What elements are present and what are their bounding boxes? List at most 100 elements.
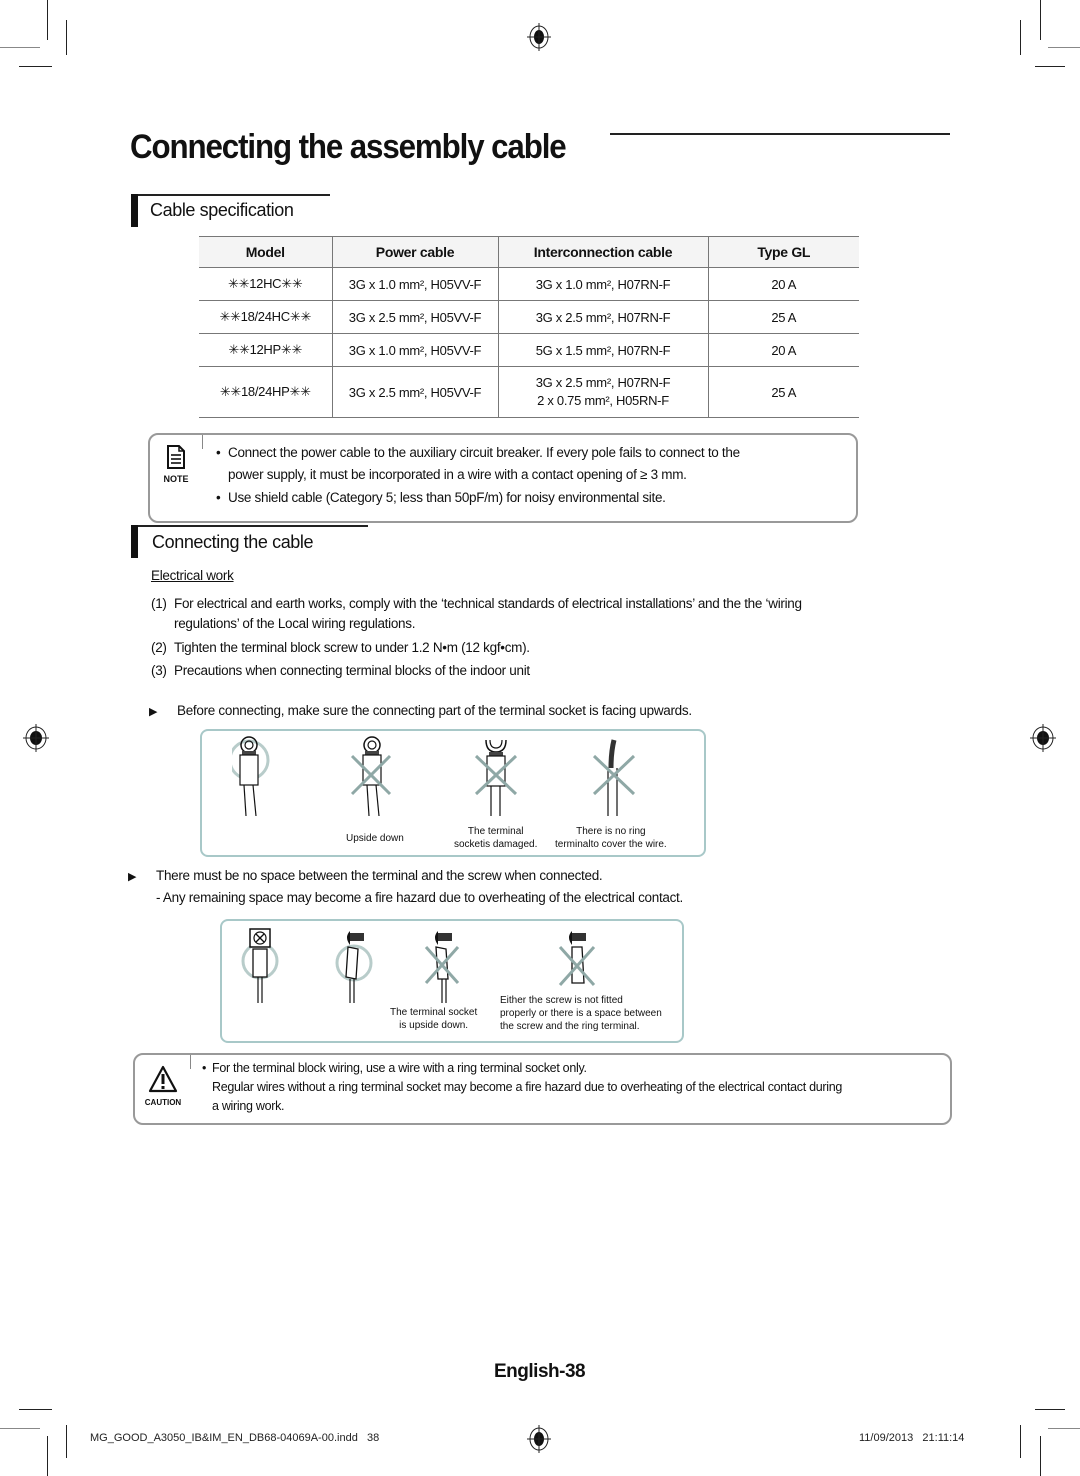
- crop-mark: [19, 66, 52, 67]
- crop-mark: [0, 47, 40, 48]
- page-title: Connecting the assembly cable: [130, 128, 567, 166]
- registration-mark-icon: [23, 724, 49, 752]
- crop-mark: [47, 1436, 48, 1476]
- bullet-dot: •: [202, 1061, 207, 1075]
- diagram-caption: The terminal socketis damaged.: [454, 825, 537, 851]
- table-row: ✳✳12HP✳✳ 3G x 1.0 mm², H05VV-F 5G x 1.5 …: [199, 333, 859, 367]
- type-gl-cell: 25 A: [707, 366, 859, 418]
- model-cell: ✳✳12HC✳✳: [199, 267, 333, 301]
- interconnection-cable-cell: 3G x 2.5 mm², H07RN-F: [497, 300, 709, 334]
- caption-line: the screw and the ring terminal.: [500, 1021, 640, 1032]
- power-cable-cell: 3G x 2.5 mm², H05VV-F: [331, 300, 499, 334]
- caption-line: socketis damaged.: [454, 839, 538, 850]
- item-number: (1): [151, 596, 167, 611]
- caption-line: terminalto cover the wire.: [555, 839, 667, 850]
- section-rule: [138, 525, 368, 527]
- tip-line: ▶ Before connecting, make sure the conne…: [149, 701, 692, 721]
- note-document-icon: [167, 445, 185, 469]
- triangle-right-icon: ▶: [128, 871, 137, 883]
- interconnection-cable-cell: 3G x 1.0 mm², H07RN-F: [497, 267, 709, 301]
- crop-mark: [0, 1428, 40, 1429]
- screw-terminal-upside-down-icon: [424, 931, 460, 1003]
- crop-mark: [1035, 1409, 1065, 1410]
- column-header: Power cable: [331, 236, 499, 268]
- section-bar: [131, 525, 138, 558]
- type-gl-cell: 20 A: [707, 267, 859, 301]
- tip-subtext: - Any remaining space may become a fire …: [156, 890, 683, 905]
- model-cell: ✳✳18/24HC✳✳: [199, 300, 333, 334]
- table-row: ✳✳18/24HC✳✳ 3G x 2.5 mm², H05VV-F 3G x 2…: [199, 300, 859, 334]
- note-text: power supply, it must be incorporated in…: [228, 467, 687, 482]
- terminal-orientation-diagram: Upside down The terminal socketis damaged…: [200, 729, 706, 857]
- section-bar: [131, 194, 138, 227]
- section-rule: [138, 194, 330, 196]
- ring-terminal-correct-icon: [232, 736, 270, 817]
- crop-mark: [1020, 1425, 1021, 1458]
- page-number: English-38: [494, 1361, 586, 1382]
- column-header: Type GL: [707, 236, 859, 268]
- caution-text: For the terminal block wiring, use a wir…: [212, 1061, 587, 1075]
- footer-filename: MG_GOOD_A3050_IB&IM_EN_DB68-04069A-00.in…: [90, 1432, 380, 1444]
- screw-terminal-correct-side-icon: [335, 931, 373, 1003]
- crop-mark: [19, 1409, 52, 1410]
- item-number: (3): [151, 663, 167, 678]
- crop-mark: [1040, 1436, 1041, 1476]
- crop-mark: [1040, 0, 1041, 40]
- section-heading: Cable specification: [150, 200, 294, 220]
- model-cell: ✳✳12HP✳✳: [199, 333, 333, 367]
- note-bullet: • Use shield cable (Category 5; less tha…: [216, 487, 666, 509]
- caution-label: CAUTION: [144, 1098, 182, 1107]
- ring-terminal-upside-down-icon: [350, 736, 392, 817]
- caption-line: There is no ring: [576, 826, 646, 837]
- numbered-item: (3) Precautions when connecting terminal…: [151, 661, 530, 681]
- triangle-right-icon: ▶: [149, 706, 158, 718]
- tip-line: ▶ There must be no space between the ter…: [128, 866, 603, 886]
- type-gl-cell: 20 A: [707, 333, 859, 367]
- registration-mark-icon: [527, 1425, 551, 1453]
- numbered-item: (2) Tighten the terminal block screw to …: [151, 638, 530, 658]
- power-cable-cell: 3G x 1.0 mm², H05VV-F: [331, 267, 499, 301]
- section-heading: Connecting the cable: [152, 532, 314, 552]
- item-text: Precautions when connecting terminal blo…: [174, 663, 530, 678]
- caution-text: a wiring work.: [212, 1099, 285, 1113]
- interconnection-line: 2 x 0.75 mm², H05RN-F: [537, 393, 669, 408]
- power-cable-cell: 3G x 1.0 mm², H05VV-F: [331, 333, 499, 367]
- note-text: Connect the power cable to the auxiliary…: [228, 445, 740, 460]
- crop-mark: [1048, 47, 1080, 48]
- diagram-caption: The terminal socket is upside down.: [390, 1006, 477, 1032]
- tip-text: There must be no space between the termi…: [156, 868, 603, 883]
- terminal-screw-diagram: The terminal socket is upside down. Eithe…: [220, 919, 684, 1043]
- screw-terminal-correct-front-icon: [241, 928, 279, 1003]
- table-row: ✳✳18/24HP✳✳ 3G x 2.5 mm², H05VV-F 3G x 2…: [199, 366, 859, 418]
- note-tick: [202, 435, 203, 449]
- note-label: NOTE: [163, 474, 189, 484]
- column-header: Interconnection cable: [497, 236, 709, 268]
- caption-line: The terminal: [467, 826, 524, 837]
- caption-line: Either the screw is not fitted: [500, 995, 623, 1006]
- bullet-dot: •: [216, 445, 221, 460]
- title-rule: [610, 133, 950, 135]
- table-header-row: Model Power cable Interconnection cable …: [199, 236, 859, 268]
- column-header: Model: [199, 236, 333, 268]
- cable-spec-table: Model Power cable Interconnection cable …: [199, 236, 859, 418]
- registration-mark-icon: [527, 23, 551, 51]
- caution-tick: [190, 1055, 191, 1069]
- note-box: NOTE • Connect the power cable to the au…: [148, 433, 858, 523]
- model-cell: ✳✳18/24HP✳✳: [199, 366, 333, 418]
- interconnection-cable-cell: 5G x 1.5 mm², H07RN-F: [497, 333, 709, 367]
- note-bullet: • Connect the power cable to the auxilia…: [216, 442, 740, 486]
- item-number: (2): [151, 640, 167, 655]
- caption-line: is upside down.: [399, 1020, 469, 1031]
- numbered-item: (1) For electrical and earth works, comp…: [151, 594, 802, 634]
- crop-mark: [1020, 20, 1021, 55]
- fork-terminal-damaged-icon: [474, 739, 518, 816]
- bare-wire-icon: [592, 739, 636, 816]
- crop-mark: [47, 0, 48, 40]
- caution-box: CAUTION • For the terminal block wiring,…: [133, 1053, 952, 1125]
- interconnection-cable-cell: 3G x 2.5 mm², H07RN-F 2 x 0.75 mm², H05R…: [497, 366, 709, 418]
- note-text: Use shield cable (Category 5; less than …: [228, 490, 666, 505]
- caption-line: The terminal socket: [390, 1007, 478, 1018]
- warning-triangle-icon: [148, 1065, 178, 1093]
- crop-mark: [1048, 1428, 1080, 1429]
- crop-mark: [66, 1425, 67, 1458]
